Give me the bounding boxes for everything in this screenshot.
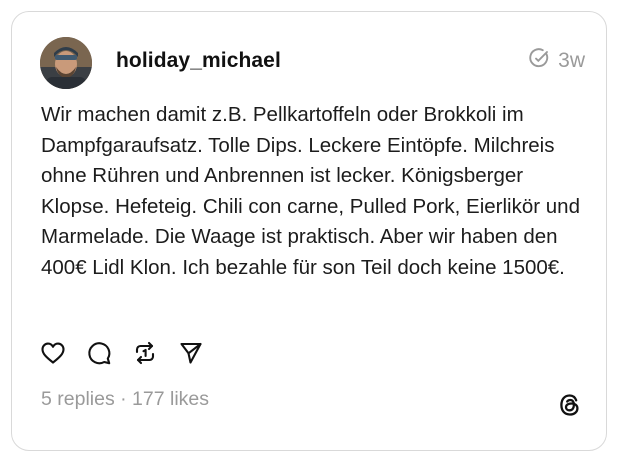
share-button[interactable] xyxy=(178,342,204,368)
post-text: Wir machen damit z.B. Pellkartoffeln ode… xyxy=(41,103,580,279)
threads-logo-icon[interactable] xyxy=(557,392,583,418)
repost-icon xyxy=(132,340,158,371)
heart-icon xyxy=(40,340,66,371)
like-button[interactable] xyxy=(40,342,66,368)
reply-button[interactable] xyxy=(86,340,112,371)
avatar[interactable] xyxy=(40,37,92,89)
username[interactable]: holiday_michael xyxy=(116,49,281,73)
edited-clock-icon xyxy=(528,47,550,74)
engagement-stats[interactable]: 5 replies · 177 likes xyxy=(41,388,209,411)
action-bar xyxy=(40,340,224,371)
post-time: 3w xyxy=(558,48,585,72)
repost-button[interactable] xyxy=(132,340,158,371)
post-meta: 3w xyxy=(528,47,585,74)
send-icon xyxy=(178,340,204,371)
comment-bubble-icon xyxy=(86,340,112,371)
